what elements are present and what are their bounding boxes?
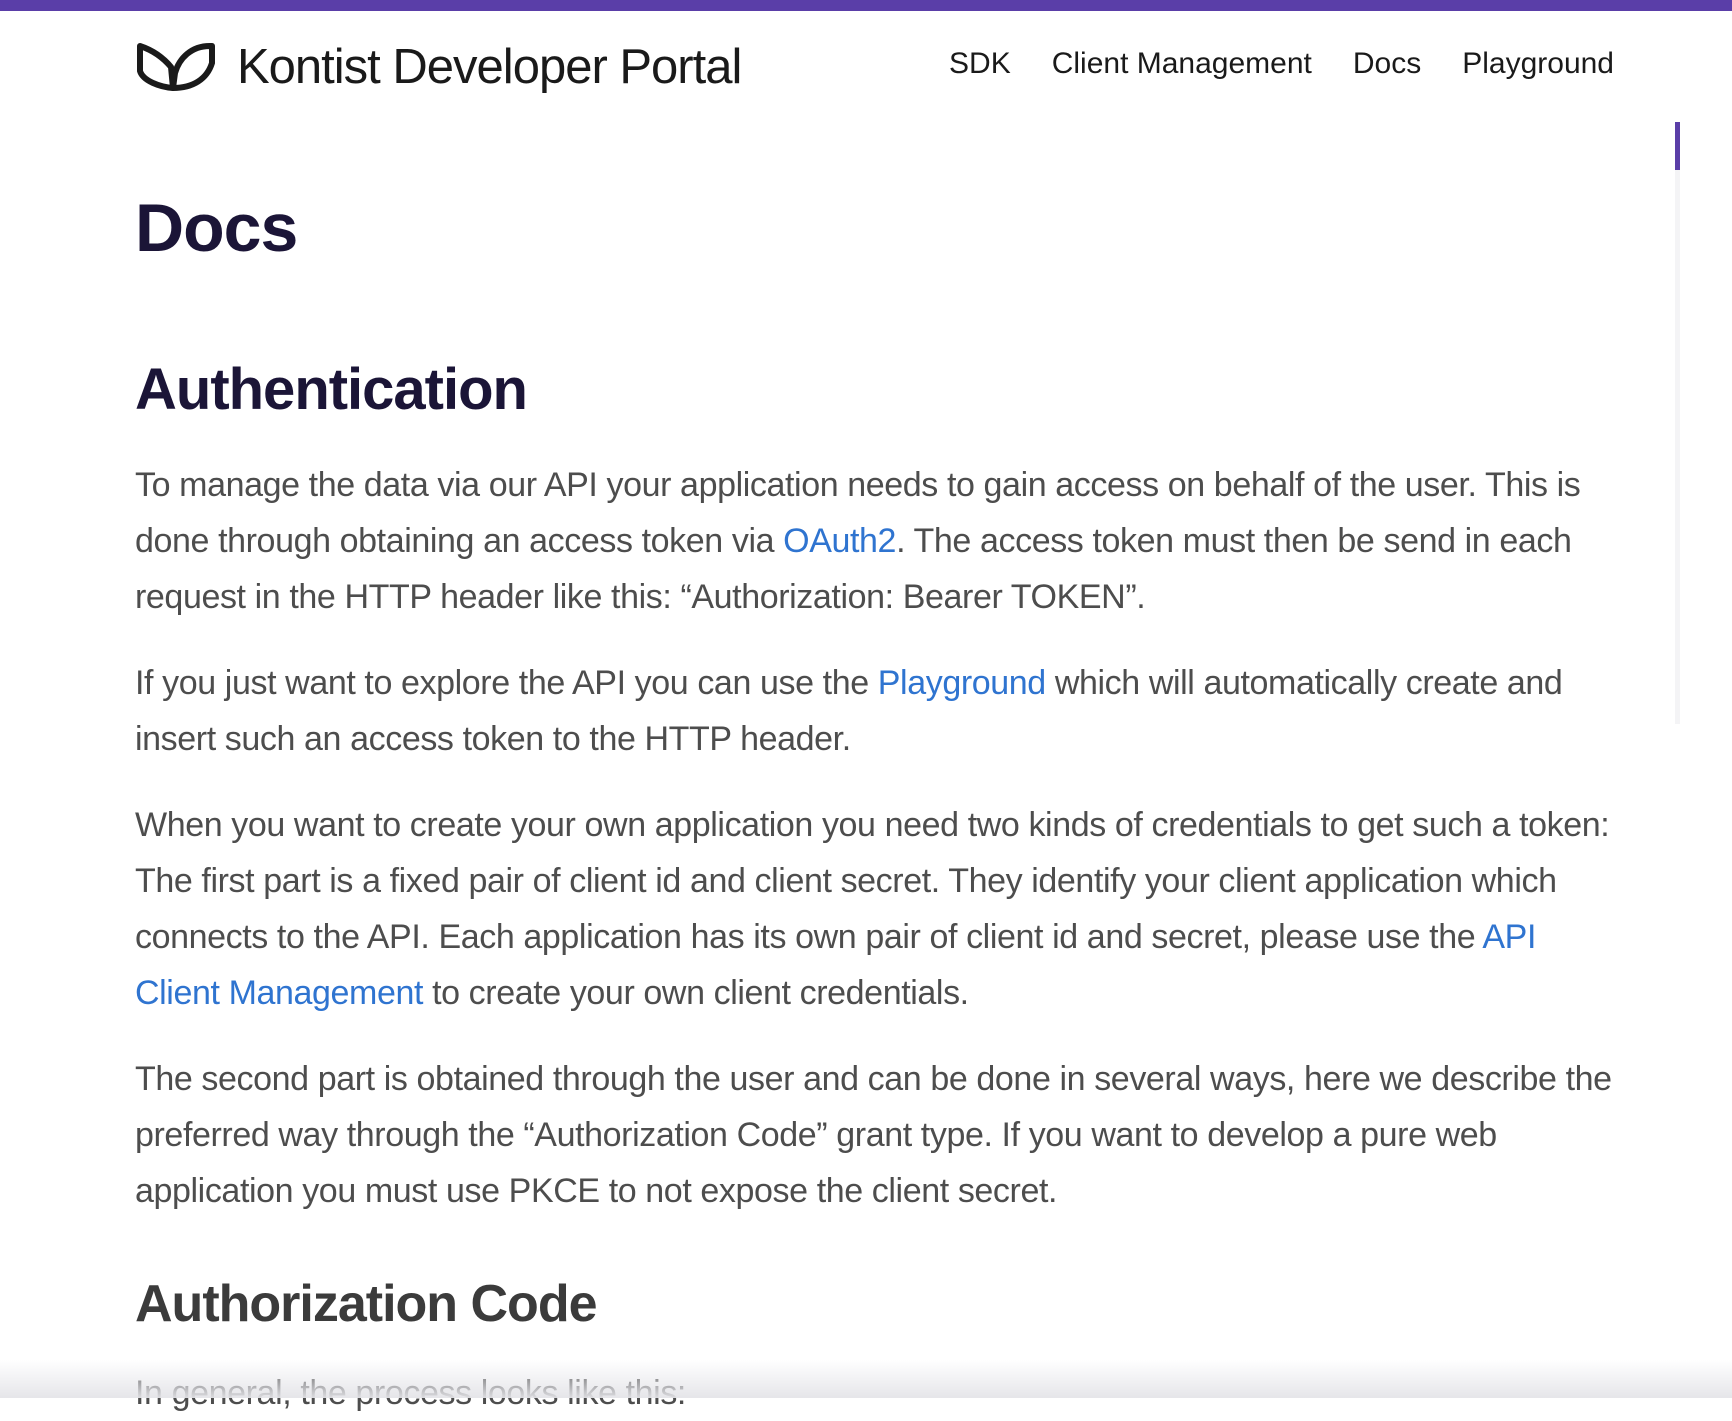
section-heading-authorization-code: Authorization Code: [135, 1275, 598, 1333]
nav-playground[interactable]: Playground: [1462, 47, 1614, 81]
nav-sdk[interactable]: SDK: [949, 47, 1011, 81]
paragraph-oauth: To manage the data via our API your appl…: [135, 457, 1615, 625]
paragraph-credentials: When you want to create your own applica…: [135, 797, 1615, 1021]
main-nav: SDK Client Management Docs Playground: [949, 47, 1614, 81]
toc-scroll-thumb[interactable]: [1675, 122, 1680, 170]
page-title: Docs: [135, 190, 298, 266]
paragraph-text: When you want to create your own applica…: [135, 806, 1610, 956]
site-header: Kontist Developer Portal SDK Client Mana…: [0, 11, 1732, 124]
portal-title: Kontist Developer Portal: [237, 40, 742, 94]
paragraph-text: to create your own client credentials.: [423, 974, 969, 1012]
nav-docs[interactable]: Docs: [1353, 47, 1421, 81]
nav-client-management[interactable]: Client Management: [1052, 47, 1312, 81]
oauth2-link[interactable]: OAuth2: [783, 522, 896, 560]
top-accent-bar: [0, 0, 1732, 11]
playground-link[interactable]: Playground: [878, 664, 1046, 702]
kontist-leaf-logo-icon: [135, 41, 217, 93]
section-heading-authentication: Authentication: [135, 357, 528, 422]
paragraph-text: If you just want to explore the API you …: [135, 664, 878, 702]
bottom-fade-overlay: [0, 1360, 1732, 1398]
paragraph-grant-type: The second part is obtained through the …: [135, 1060, 1612, 1210]
logo-link[interactable]: Kontist Developer Portal: [135, 39, 742, 95]
authentication-body: To manage the data via our API your appl…: [135, 457, 1615, 1249]
paragraph-playground: If you just want to explore the API you …: [135, 655, 1615, 767]
toc-scroll-track[interactable]: [1675, 122, 1680, 724]
